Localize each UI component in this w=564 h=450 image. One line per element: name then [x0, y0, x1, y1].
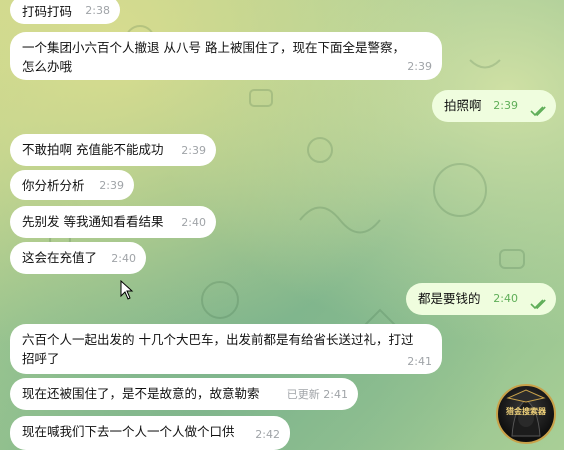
message-time: 2:41 [407, 355, 432, 368]
message-text: 打码打码 [22, 4, 73, 19]
message-text: 先别发 等我通知看看结果 [22, 214, 164, 229]
message-time: 2:42 [255, 428, 280, 441]
message-bubble[interactable]: 先别发 等我通知看看结果 2:40 [10, 206, 216, 238]
message-time: 2:40 [181, 216, 206, 229]
message-bubble[interactable]: 打码打码 2:38 [10, 0, 120, 24]
message-text: 不敢拍啊 充值能不能成功 [22, 142, 164, 157]
message-bubble[interactable]: 不敢拍啊 充值能不能成功 2:39 [10, 134, 216, 166]
message-time: 2:39 [99, 179, 124, 192]
message-bubble[interactable]: 一个集团小六百个人撤退 从八号 路上被围住了，现在下面全是警察， 怎么办哦 2:… [10, 32, 442, 80]
message-text: 拍照啊 [444, 98, 482, 113]
message-text: 一个集团小六百个人撤退 从八号 路上被围住了，现在下面全是警察， 怎么办哦 [22, 40, 405, 74]
mouse-pointer-icon [120, 280, 134, 300]
message-time: 2:38 [85, 4, 110, 17]
message-bubble-outgoing[interactable]: 都是要钱的 2:40 [406, 283, 556, 315]
read-double-check-icon [530, 106, 546, 117]
watermark-text: 猎金搜索器 [506, 407, 546, 416]
message-text: 现在喊我们下去一个人一个人做个口供 [22, 424, 235, 439]
message-bubble-outgoing[interactable]: 拍照啊 2:39 [432, 90, 556, 122]
watermark-logo: 猎金搜索器 [496, 384, 556, 444]
message-bubble[interactable]: 你分析分析 2:39 [10, 170, 134, 200]
message-time: 2:39 [407, 60, 432, 73]
message-text: 现在还被围住了，是不是故意的，故意勒索 [22, 386, 260, 401]
message-time: 2:40 [493, 292, 518, 305]
message-time: 已更新 2:41 [286, 388, 348, 401]
message-bubble[interactable]: 现在还被围住了，是不是故意的，故意勒索 已更新 2:41 [10, 378, 358, 410]
message-bubble[interactable]: 现在喊我们下去一个人一个人做个口供 2:42 [10, 416, 290, 450]
message-text: 你分析分析 [22, 178, 85, 193]
message-text: 六百个人一起出发的 十几个大巴车，出发前都是有给省长送过礼，打过 招呼了 [22, 332, 414, 366]
read-double-check-icon [530, 299, 546, 310]
message-time: 2:39 [181, 144, 206, 157]
message-time: 2:40 [111, 252, 136, 265]
message-time: 2:39 [493, 99, 518, 112]
message-bubble[interactable]: 六百个人一起出发的 十几个大巴车，出发前都是有给省长送过礼，打过 招呼了 2:4… [10, 324, 442, 374]
message-text: 这会在充值了 [22, 250, 98, 265]
message-bubble[interactable]: 这会在充值了 2:40 [10, 242, 146, 274]
message-text: 都是要钱的 [418, 291, 481, 306]
